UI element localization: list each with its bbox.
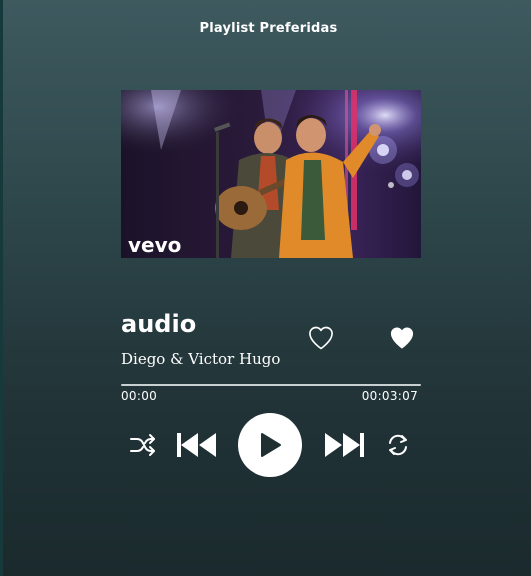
track-title: audio — [121, 310, 197, 338]
skip-next-icon — [325, 433, 364, 457]
repeat-button[interactable] — [385, 432, 411, 458]
cover-brand-logo: vevo — [128, 233, 181, 257]
album-cover: vevo — [121, 90, 421, 258]
current-time: 00:00 — [121, 389, 158, 403]
heart-filled-icon — [390, 327, 414, 349]
total-time: 00:03:07 — [361, 389, 418, 403]
album-cover-image: vevo — [121, 90, 421, 258]
heart-outline-icon — [309, 326, 333, 350]
playlist-title: Playlist Preferidas — [199, 21, 338, 36]
skip-previous-icon — [177, 433, 216, 457]
play-icon — [261, 433, 281, 457]
next-button[interactable] — [322, 430, 366, 460]
like-button[interactable] — [307, 324, 335, 352]
shuffle-icon — [130, 434, 155, 456]
progress-bar[interactable] — [121, 384, 421, 386]
favorite-button[interactable] — [388, 324, 416, 352]
shuffle-button[interactable] — [129, 432, 157, 458]
previous-button[interactable] — [175, 430, 219, 460]
track-artist: Diego & Victor Hugo — [121, 350, 281, 368]
repeat-icon — [389, 434, 407, 456]
play-button[interactable] — [238, 413, 302, 477]
music-player: Playlist Preferidas vevo audio Diego & V… — [0, 0, 531, 576]
